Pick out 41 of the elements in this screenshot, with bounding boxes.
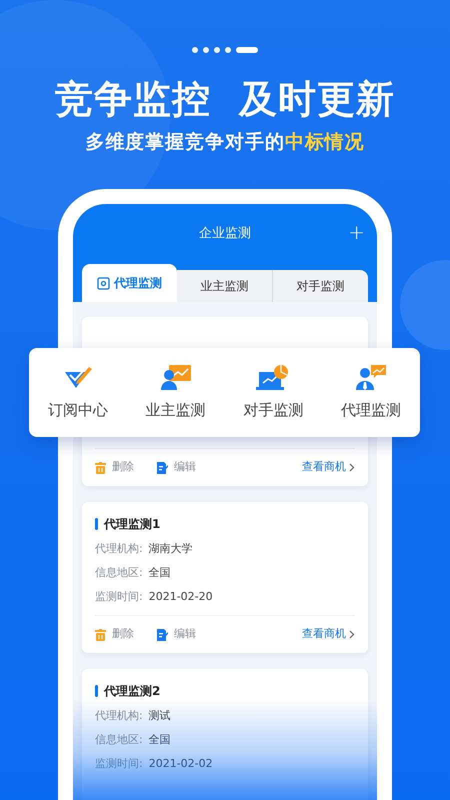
edit-icon [156,628,168,640]
person-chart-icon [160,364,192,390]
headline: 竞争监控 及时更新 [55,76,395,123]
field-label: 代理机构: [95,541,143,557]
chevron-right-icon [349,463,355,472]
add-button[interactable]: + [348,220,365,244]
menu-item[interactable]: 代理监测 [322,364,420,422]
menu-item[interactable]: 业主监测 [126,364,224,422]
menu-item[interactable]: 订阅中心 [29,364,127,422]
field-label: 监测时间: [95,756,143,772]
trash-icon [95,462,106,474]
person-chat-icon [355,364,388,390]
chevron-right-icon [349,630,355,639]
trash-icon [95,628,106,640]
target-icon [97,276,110,290]
subtitle: 多维度掌握竞争对手的中标情况 [85,130,365,155]
view-opportunities-link[interactable]: 查看商机 [302,459,355,476]
delete-button[interactable]: 删除 [95,459,134,476]
delete-button[interactable]: 删除 [95,626,134,643]
view-opportunities-link[interactable]: 查看商机 [302,626,355,643]
field-label: 监测时间: [95,589,143,605]
edit-icon [156,462,168,474]
edit-button[interactable]: 编辑 [156,626,196,643]
card-title: 代理监测2 [104,683,160,700]
field-label: 信息地区: [95,565,143,581]
menu-item[interactable]: 对手监测 [224,364,322,422]
field-label: 代理机构: [95,708,143,724]
laptop-pie-icon [256,364,290,390]
field-value: 2021-02-02 [148,756,213,772]
field-value: 测试 [148,708,171,724]
field-value: 全国 [148,565,171,581]
edit-button[interactable]: 编辑 [156,459,196,476]
tab[interactable]: 代理监测 [82,264,177,302]
field-value: 2021-02-20 [148,589,213,605]
field-label: 信息地区: [95,732,143,748]
card-title: 代理监测1 [104,516,160,533]
tab[interactable]: 对手监测 [273,270,368,302]
field-value: 全国 [148,732,171,748]
tab[interactable]: 业主监测 [177,270,273,302]
field-value: 湖南大学 [148,541,193,557]
app-title: 企业监测 [199,225,251,244]
